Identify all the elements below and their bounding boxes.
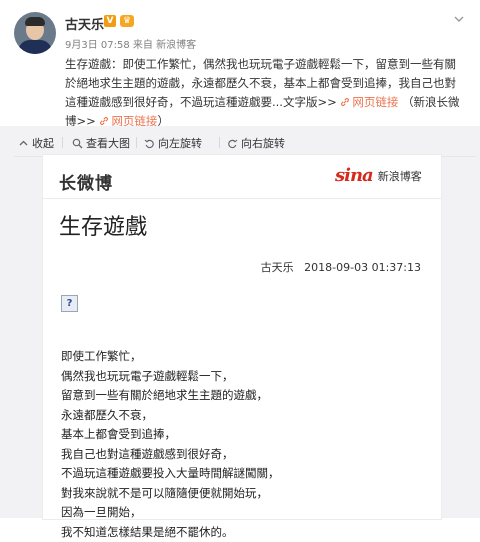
avatar-body (18, 40, 52, 54)
magnify-icon (72, 138, 83, 149)
avatar[interactable] (14, 12, 56, 54)
rotate-left-icon (144, 138, 155, 149)
article-title: 生存遊戲 (59, 209, 147, 241)
rotate-left-label: 向左旋转 (158, 135, 202, 151)
article-body: 即使工作繁忙， 偶然我也玩玩電子遊戲輕鬆一下， 留意到一些有關於絕地求生主題的遊… (61, 347, 280, 542)
author-name[interactable]: 古天乐 (65, 14, 104, 33)
rotate-left-button[interactable]: 向左旋转 (144, 135, 202, 151)
sina-blog-logo: sina 新浪博客 (335, 165, 422, 186)
body-line: 即使工作繁忙， (61, 347, 280, 367)
web-link-1[interactable]: 网页链接 (340, 95, 398, 109)
body-line: 我不知道怎樣結果是絕不罷休的。 (61, 523, 280, 542)
rotate-right-button[interactable]: 向右旋转 (227, 135, 285, 151)
long-weibo-image[interactable]: 长微博 sina 新浪博客 生存遊戲 古天乐 2018-09-03 01:37:… (42, 154, 442, 520)
article-author: 古天乐 (261, 261, 294, 274)
view-large-button[interactable]: 查看大图 (72, 135, 130, 151)
article-meta: 古天乐 2018-09-03 01:37:13 (261, 259, 421, 275)
post-text-intro: 生存遊戲：即使工作繁忙，偶然我也玩玩電子遊戲輕鬆一下，留意到一些有關於絕地求生主… (65, 57, 456, 109)
collapse-button[interactable]: 收起 (18, 135, 54, 151)
view-large-label: 查看大图 (86, 135, 130, 151)
web-link-1-label: 网页链接 (352, 95, 398, 109)
image-toolbar: 收起 查看大图 向左旋转 向右旋转 (14, 128, 476, 157)
post-text: 生存遊戲：即使工作繁忙，偶然我也玩玩電子遊戲輕鬆一下，留意到一些有關於絕地求生主… (65, 55, 465, 131)
member-crown-icon[interactable]: ♛ (120, 15, 134, 27)
collapse-label: 收起 (32, 135, 54, 151)
long-weibo-brand: 长微博 (59, 169, 113, 194)
toolbar-divider (136, 137, 137, 148)
toolbar-divider (62, 137, 63, 148)
body-line: 不過玩這種遊戲要投入大量時間解謎闖關， (61, 464, 280, 484)
toolbar-divider (219, 137, 220, 148)
avatar-hair (25, 17, 45, 26)
weibo-post-header: 古天乐 V ♛ 9月3日 07:58 来自 新浪博客 生存遊戲：即使工作繁忙，偶… (0, 0, 480, 128)
article-datetime: 2018-09-03 01:37:13 (304, 261, 421, 274)
body-line: 永遠都歷久不衰， (61, 406, 280, 426)
verified-icon[interactable]: V (104, 15, 116, 27)
body-line: 我自己也對這種遊戲感到很好奇， (61, 445, 280, 465)
body-line: 對我來說就不是可以隨隨便便就開始玩， (61, 484, 280, 504)
long-weibo-header: 长微博 sina 新浪博客 (43, 155, 441, 199)
chevron-down-icon[interactable] (452, 12, 466, 26)
body-line: 基本上都會受到追捧， (61, 425, 280, 445)
link-icon (340, 97, 350, 107)
rotate-right-label: 向右旋转 (241, 135, 285, 151)
sina-logo-word: sina (335, 165, 373, 186)
sina-blog-label: 新浪博客 (378, 168, 422, 184)
body-line: 因為一旦開始， (61, 503, 280, 523)
collapse-icon (18, 138, 29, 149)
post-meta: 9月3日 07:58 来自 新浪博客 (65, 36, 196, 51)
rotate-right-icon (227, 138, 238, 149)
body-line: 偶然我也玩玩電子遊戲輕鬆一下， (61, 367, 280, 387)
link-icon (99, 116, 109, 126)
broken-image-icon: ? (61, 295, 78, 312)
body-line: 留意到一些有關於絕地求生主題的遊戲， (61, 386, 280, 406)
